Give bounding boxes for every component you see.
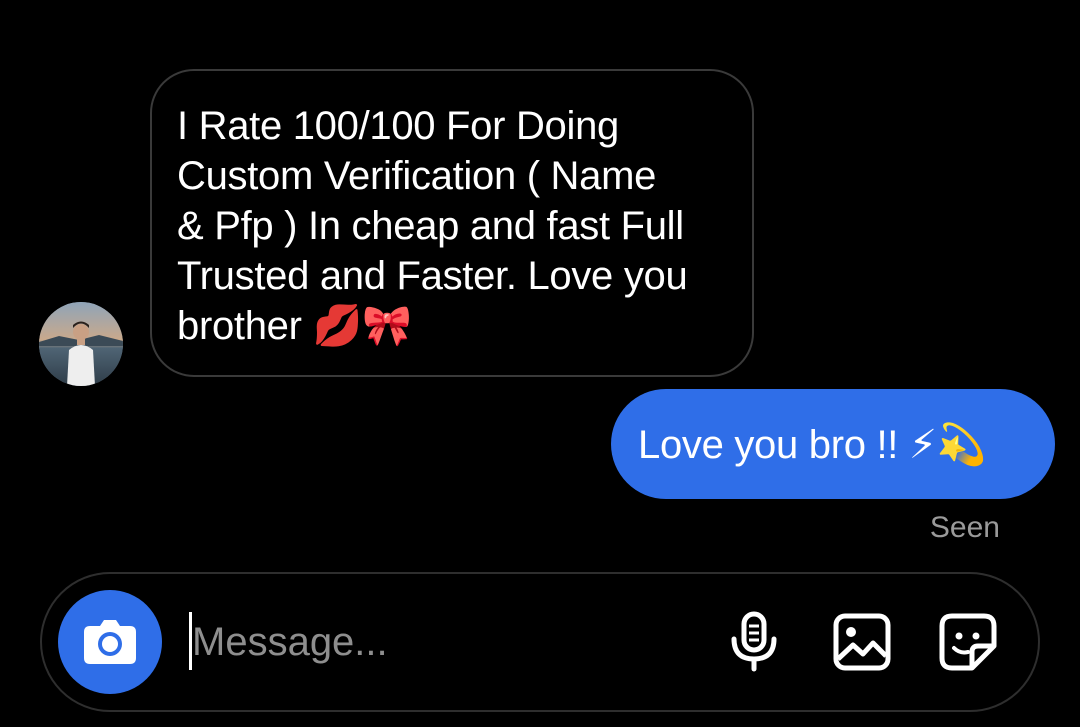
sticker-icon (939, 613, 997, 671)
message-line: I Rate 100/100 For Doing (177, 104, 619, 148)
message-composer (40, 572, 1040, 712)
outgoing-message-text: Love you bro !! ⚡💫 (638, 422, 987, 467)
camera-icon (84, 620, 136, 664)
gallery-button[interactable] (830, 610, 894, 674)
message-input[interactable] (192, 612, 712, 672)
microphone-icon (731, 611, 777, 672)
image-gallery-icon (833, 613, 891, 671)
message-line: brother 💋🎀 (177, 304, 412, 348)
message-line: & Pfp ) In cheap and fast Full (177, 204, 684, 248)
incoming-message-bubble[interactable]: I Rate 100/100 For Doing Custom Verifica… (150, 69, 754, 377)
outgoing-message-bubble[interactable]: Love you bro !! ⚡💫 (611, 389, 1055, 499)
message-line: Custom Verification ( Name (177, 154, 657, 198)
sticker-button[interactable] (936, 610, 1000, 674)
message-line: Trusted and Faster. Love you (177, 254, 688, 298)
sender-avatar[interactable] (39, 302, 123, 386)
microphone-button[interactable] (722, 610, 786, 674)
seen-status: Seen (929, 511, 1000, 544)
camera-button[interactable] (58, 590, 162, 694)
avatar-photo (39, 302, 123, 386)
incoming-message-text: I Rate 100/100 For Doing Custom Verifica… (177, 101, 728, 351)
